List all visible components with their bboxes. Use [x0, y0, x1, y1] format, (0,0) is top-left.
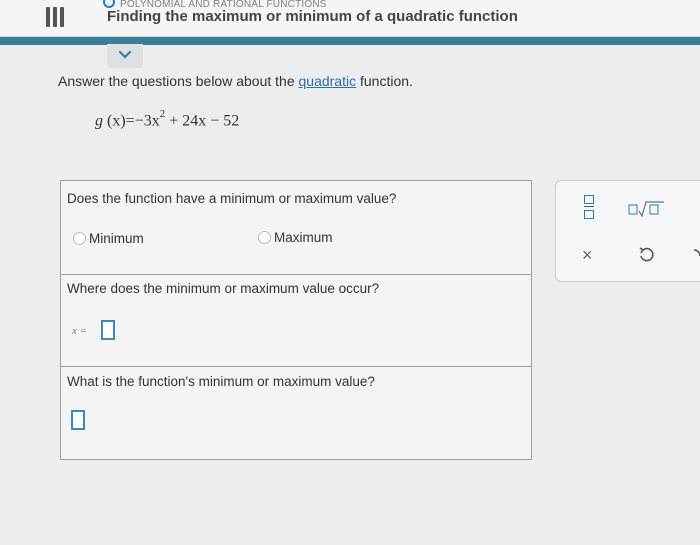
page-title: Finding the maximum or minimum of a quad…	[107, 8, 518, 25]
radio-maximum[interactable]: Maximum	[258, 230, 333, 245]
x-equals-label: x =	[72, 325, 88, 337]
undo-icon[interactable]	[638, 247, 654, 268]
question-section-2: Where does the minimum or maximum value …	[61, 275, 531, 367]
question-2-text: Where does the minimum or maximum value …	[67, 281, 380, 296]
x-answer-input[interactable]	[101, 320, 115, 340]
redo-icon[interactable]	[692, 247, 700, 268]
clear-icon[interactable]: ×	[582, 245, 593, 266]
value-answer-input[interactable]	[71, 410, 85, 430]
collapse-toggle[interactable]	[107, 44, 143, 68]
accent-strip	[0, 37, 700, 45]
radio-circle-icon[interactable]	[258, 231, 271, 244]
question-panel: Does the function have a minimum or maxi…	[60, 180, 532, 460]
quadratic-link[interactable]: quadratic	[299, 73, 357, 89]
sqrt-icon[interactable]	[628, 199, 668, 221]
topic-circle-icon	[103, 0, 115, 8]
top-header: POLYNOMIAL AND RATIONAL FUNCTIONS Findin…	[0, 0, 700, 37]
question-3-text: What is the function's minimum or maximu…	[67, 374, 375, 389]
instruction-text: Answer the questions below about the qua…	[58, 73, 413, 89]
menu-icon[interactable]	[40, 7, 70, 29]
radio-minimum[interactable]: Minimum	[73, 231, 144, 246]
chevron-down-icon	[118, 50, 132, 59]
radio-circle-icon[interactable]	[73, 232, 86, 245]
question-1-text: Does the function have a minimum or maxi…	[67, 191, 397, 206]
fraction-icon[interactable]	[584, 195, 596, 223]
math-toolbar: ×	[555, 180, 700, 282]
question-section-3: What is the function's minimum or maximu…	[61, 367, 531, 459]
question-section-1: Does the function have a minimum or maxi…	[61, 181, 531, 275]
function-equation: g (x)=−3x2 + 24x − 52	[95, 108, 240, 130]
